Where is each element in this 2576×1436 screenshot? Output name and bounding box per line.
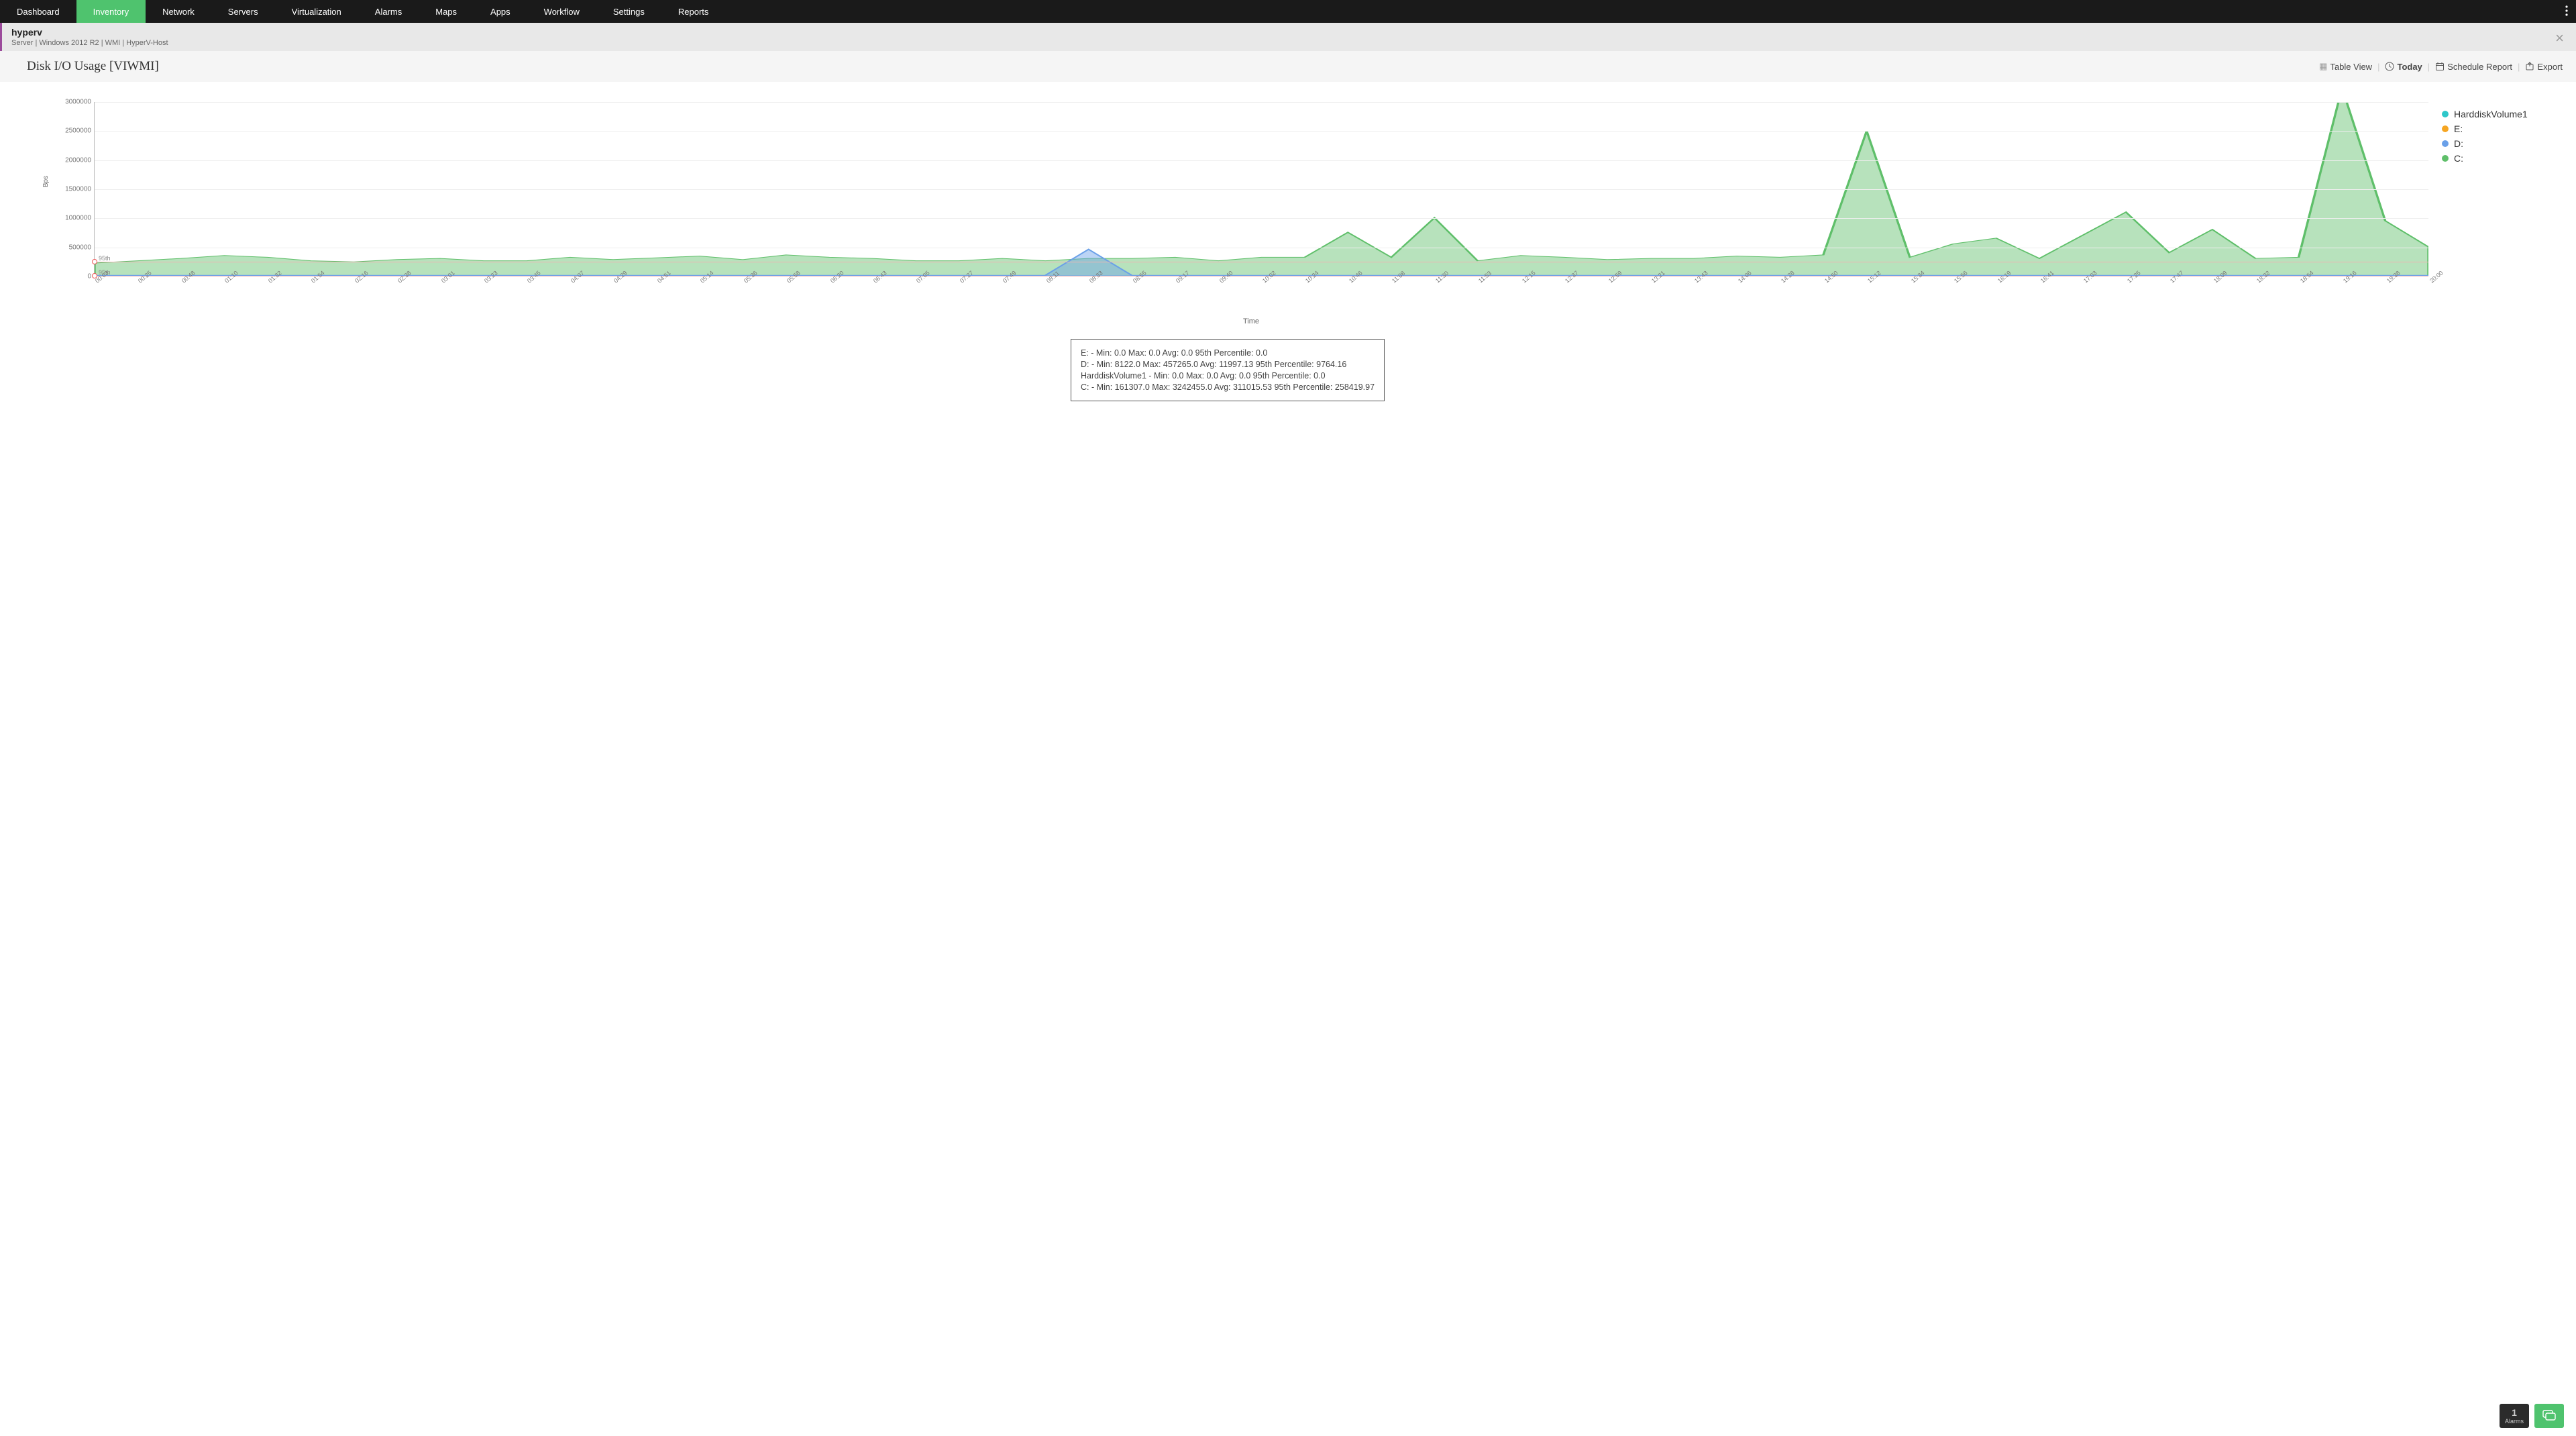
context-header: hyperv Server | Windows 2012 R2 | WMI | …: [0, 23, 2576, 51]
nav-item-virtualization[interactable]: Virtualization: [275, 0, 358, 23]
export-link[interactable]: Export: [2525, 62, 2563, 72]
legend-dot: [2442, 111, 2449, 117]
y-tick: 1500000: [65, 186, 91, 193]
nav-item-network[interactable]: Network: [146, 0, 211, 23]
legend-label: HarddiskVolume1: [2454, 109, 2528, 119]
page-header: Disk I/O Usage [VIWMI] ▦ Table View | To…: [0, 51, 2576, 82]
calendar-icon: [2435, 62, 2445, 71]
nav-item-settings[interactable]: Settings: [596, 0, 661, 23]
y-tick: 2500000: [65, 127, 91, 135]
page-title: Disk I/O Usage [VIWMI]: [27, 59, 159, 74]
nav-item-apps[interactable]: Apps: [474, 0, 527, 23]
legend-item[interactable]: D:: [2442, 138, 2549, 149]
y-tick: 500000: [69, 244, 91, 251]
y-tick: 0: [87, 273, 91, 280]
top-nav: DashboardInventoryNetworkServersVirtuali…: [0, 0, 2576, 23]
table-icon: ▦: [2319, 61, 2327, 72]
stats-line: D: - Min: 8122.0 Max: 457265.0 Avg: 1199…: [1081, 360, 1375, 369]
nav-item-alarms[interactable]: Alarms: [358, 0, 419, 23]
more-menu-icon[interactable]: [2565, 5, 2568, 18]
stats-line: E: - Min: 0.0 Max: 0.0 Avg: 0.0 95th Per…: [1081, 348, 1375, 358]
y-tick: 3000000: [65, 99, 91, 106]
y-tick: 1000000: [65, 215, 91, 222]
x-axis: 00:0300:2500:4801:1001:3201:5402:1602:38…: [94, 276, 2428, 297]
nav-item-workflow[interactable]: Workflow: [527, 0, 596, 23]
legend-item[interactable]: HarddiskVolume1: [2442, 109, 2549, 119]
chart-legend: HarddiskVolume1 E: D: C:: [2428, 102, 2549, 401]
chart-plot[interactable]: Bps 050000010000001500000200000025000003…: [47, 102, 2428, 293]
export-icon: [2525, 62, 2534, 71]
schedule-report-link[interactable]: Schedule Report: [2435, 62, 2512, 72]
nav-item-maps[interactable]: Maps: [419, 0, 474, 23]
close-icon[interactable]: ×: [2555, 30, 2564, 47]
chat-icon: [2542, 1410, 2556, 1422]
context-title: hyperv: [11, 27, 168, 38]
nav-item-inventory[interactable]: Inventory: [76, 0, 146, 23]
footer-widgets: 1 Alarms: [2500, 1404, 2564, 1428]
x-axis-label: Time: [74, 317, 2428, 325]
chat-widget[interactable]: [2534, 1404, 2564, 1428]
context-subtitle: Server | Windows 2012 R2 | WMI | HyperV-…: [11, 39, 168, 47]
alarms-widget[interactable]: 1 Alarms: [2500, 1404, 2529, 1428]
plot-area: 95th95th: [94, 102, 2428, 276]
gridline: [95, 189, 2428, 190]
legend-label: C:: [2454, 153, 2463, 164]
stats-summary-box: E: - Min: 0.0 Max: 0.0 Avg: 0.0 95th Per…: [1071, 339, 1385, 401]
percentile-label: 95th: [99, 255, 111, 262]
y-axis: 0500000100000015000002000000250000030000…: [47, 102, 94, 276]
page-actions: ▦ Table View | Today | Schedule Report |…: [2319, 61, 2563, 72]
nav-item-reports[interactable]: Reports: [661, 0, 726, 23]
gridline: [95, 218, 2428, 219]
legend-label: D:: [2454, 138, 2463, 149]
percentile-marker: [92, 259, 97, 264]
nav-item-dashboard[interactable]: Dashboard: [0, 0, 76, 23]
chart-container: Bps 050000010000001500000200000025000003…: [0, 82, 2576, 415]
legend-label: E:: [2454, 123, 2463, 134]
legend-item[interactable]: E:: [2442, 123, 2549, 134]
legend-dot: [2442, 125, 2449, 132]
stats-line: C: - Min: 161307.0 Max: 3242455.0 Avg: 3…: [1081, 382, 1375, 392]
gridline: [95, 160, 2428, 161]
legend-dot: [2442, 155, 2449, 162]
table-view-link[interactable]: ▦ Table View: [2319, 61, 2372, 72]
legend-item[interactable]: C:: [2442, 153, 2549, 164]
clock-icon: [2385, 62, 2394, 71]
legend-dot: [2442, 140, 2449, 147]
nav-item-servers[interactable]: Servers: [211, 0, 275, 23]
stats-line: HarddiskVolume1 - Min: 0.0 Max: 0.0 Avg:…: [1081, 371, 1375, 380]
y-tick: 2000000: [65, 156, 91, 164]
time-range-link[interactable]: Today: [2385, 62, 2422, 72]
gridline: [95, 102, 2428, 103]
gridline: [95, 131, 2428, 132]
